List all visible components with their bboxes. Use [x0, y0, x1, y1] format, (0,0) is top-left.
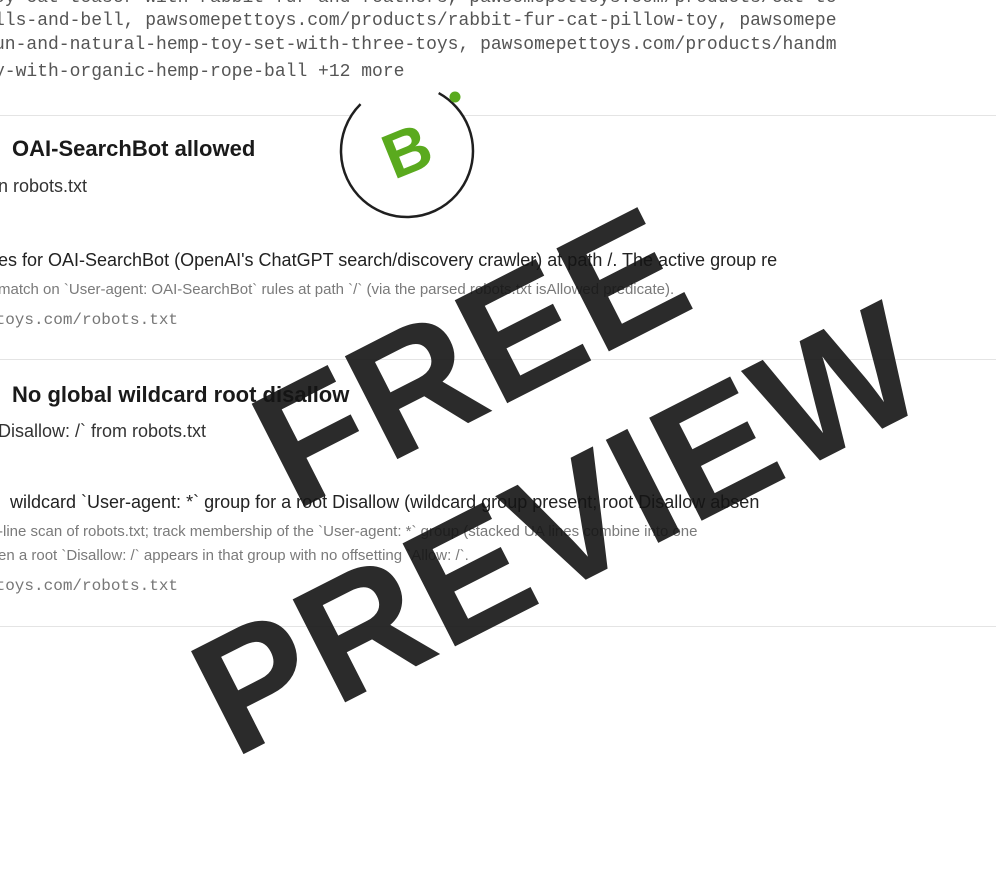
check-method: match on `User-agent: OAI-SearchBot` rul… [0, 281, 675, 298]
check-description: wildcard `User-agent: *` group for a roo… [10, 492, 760, 512]
check-source-link[interactable]: ttoys.com/robots.txt [0, 577, 178, 595]
check-description: es for OAI-SearchBot (OpenAI's ChatGPT s… [0, 250, 778, 270]
check-method: en a root `Disallow: /` appears in that … [0, 547, 469, 564]
url-line: un-and-natural-hemp-toy-set-with-three-t… [0, 35, 837, 55]
section-divider [0, 115, 996, 116]
check-title: OAI-SearchBot allowed [12, 136, 256, 161]
check-subtitle: Disallow: /` from robots.txt [0, 421, 207, 441]
check-method: -line scan of robots.txt; track membersh… [0, 523, 698, 540]
grade-badge: B [337, 81, 477, 221]
check-title: No global wildcard root disallow [12, 382, 350, 407]
url-line: lls-and-bell, pawsomepettoys.com/product… [0, 11, 837, 31]
section-divider [0, 626, 996, 627]
check-subtitle: n robots.txt [0, 176, 88, 196]
section-divider [0, 359, 996, 360]
check-source-link[interactable]: ttoys.com/robots.txt [0, 311, 178, 329]
